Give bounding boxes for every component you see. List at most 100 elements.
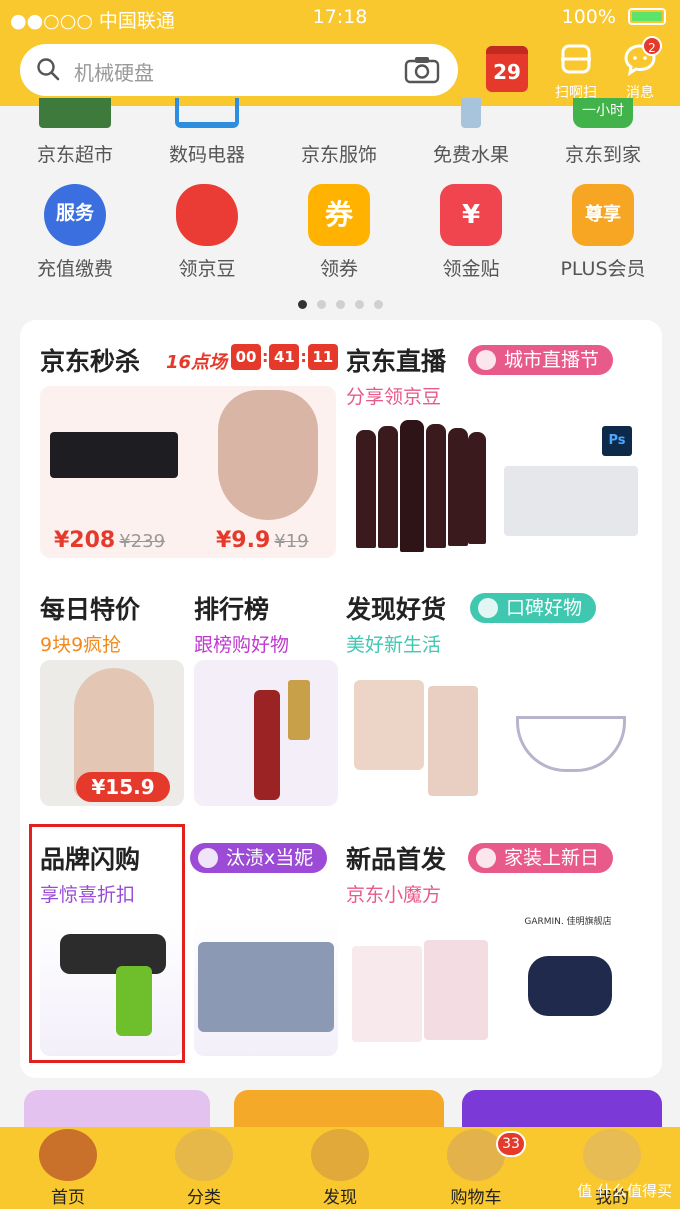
wine-image xyxy=(352,414,488,554)
category-icon xyxy=(175,1129,233,1181)
tab-label: 发现 xyxy=(323,1188,357,1208)
keyboard-cover-image xyxy=(504,466,638,536)
scan-button[interactable]: 扫啊扫 xyxy=(550,42,602,102)
seckill-price-2: ¥9.9 ¥19 xyxy=(216,528,309,553)
tab-label: 购物车 xyxy=(450,1188,502,1208)
watermark: 值 什么值得买 xyxy=(577,1182,672,1200)
grid-label: 京东服饰 xyxy=(300,144,377,166)
camera-icon[interactable] xyxy=(404,56,440,84)
search-icon xyxy=(37,58,60,81)
seckill-products[interactable]: ¥208 ¥239 ¥9.9 ¥19 xyxy=(40,386,336,558)
message-badge: 2 xyxy=(642,36,662,56)
garmin-label: GARMIN. 佳明旗舰店 xyxy=(524,917,612,927)
app-header: 机械硬盘 29 扫啊扫 消息 2 xyxy=(0,34,680,106)
surface-keyboard-image xyxy=(198,942,334,1032)
grid-item-fruit[interactable]: 免费水果 xyxy=(405,98,537,167)
goods-pill: 口碑好物 xyxy=(470,593,597,623)
cart-icon xyxy=(447,1129,505,1181)
search-placeholder: 机械硬盘 xyxy=(74,61,154,85)
daily-price: ¥15.9 xyxy=(76,772,170,802)
gift-icon xyxy=(476,848,496,868)
pajama-top-image xyxy=(354,680,424,770)
mask-pack-1 xyxy=(352,946,422,1042)
battery-percent: 100% xyxy=(561,6,616,28)
scan-icon xyxy=(561,44,591,74)
new-title: 新品首发 xyxy=(346,845,447,874)
new-subtitle: 京东小魔方 xyxy=(346,884,442,906)
grid-label: 领券 xyxy=(319,258,358,280)
tab-discover[interactable]: 发现 xyxy=(272,1127,408,1208)
grid-label: 京东到家 xyxy=(564,144,641,166)
rank-subtitle: 跟榜购好物 xyxy=(194,634,290,656)
page-indicator[interactable] xyxy=(0,294,680,313)
calendar-icon[interactable]: 29 xyxy=(486,46,528,92)
seckill-title: 京东秒杀 xyxy=(40,347,141,376)
message-button[interactable]: 消息 2 xyxy=(614,36,666,102)
tab-home[interactable]: 首页 xyxy=(0,1127,136,1208)
coupon-icon: 券 xyxy=(308,184,370,246)
bean-icon xyxy=(176,184,238,246)
fruit-icon xyxy=(461,98,481,128)
calendar-day: 29 xyxy=(493,60,521,84)
red-envelope-icon: ¥ xyxy=(440,184,502,246)
tab-category[interactable]: 分类 xyxy=(136,1127,272,1208)
mask-pack-2 xyxy=(424,940,488,1040)
daily-subtitle: 9块9疯抢 xyxy=(40,634,122,656)
highlight-box xyxy=(29,824,185,1063)
grid-item-digital[interactable]: 数码电器 xyxy=(141,98,273,167)
live-title: 京东直播 xyxy=(346,347,447,376)
cable-image xyxy=(254,690,280,800)
tab-cart[interactable]: 购物车 33 xyxy=(408,1127,544,1208)
brand-pill: 汰渍x当妮 xyxy=(190,843,328,873)
new-pill: 家装上新日 xyxy=(468,843,614,873)
grid-label: 免费水果 xyxy=(432,144,509,166)
timer-hours: 00 xyxy=(231,344,261,370)
brand-product-keyboard[interactable] xyxy=(194,916,338,1056)
smart-band-image xyxy=(528,956,612,1016)
grid-item-fashion[interactable]: 京东服饰 xyxy=(273,98,405,167)
rank-title: 排行榜 xyxy=(194,595,270,624)
service-icon: 服务 xyxy=(44,184,106,246)
grid-item-coupon[interactable]: 券 领券 xyxy=(273,184,405,281)
goods-subtitle: 美好新生活 xyxy=(346,634,442,656)
daily-title: 每日特价 xyxy=(40,595,141,624)
timer-seconds: 11 xyxy=(307,344,338,370)
daily-product[interactable]: ¥15.9 xyxy=(40,660,184,806)
live-products[interactable]: Ps xyxy=(348,410,648,560)
promo-banner-3[interactable] xyxy=(462,1090,662,1130)
grid-item-jingdou[interactable]: 领京豆 xyxy=(141,184,273,281)
tab-label: 首页 xyxy=(51,1188,85,1208)
goods-products[interactable] xyxy=(348,666,648,806)
grid-item-recharge[interactable]: 服务 充值缴费 xyxy=(9,184,141,281)
goods-title: 发现好货 xyxy=(346,595,447,624)
pajama-pants-image xyxy=(428,686,478,796)
grid-item-plus[interactable]: 尊享 PLUS会员 xyxy=(537,184,669,281)
photoshop-icon: Ps xyxy=(602,426,632,456)
monitor-icon xyxy=(175,98,239,128)
new-products[interactable]: GARMIN. 佳明旗舰店 xyxy=(348,916,648,1056)
live-subtitle: 分享领京豆 xyxy=(346,386,442,408)
search-bar[interactable]: 机械硬盘 xyxy=(20,44,458,96)
crown-icon: 尊享 xyxy=(572,184,634,246)
grid-label: 京东超市 xyxy=(36,144,113,166)
grid-item-daojia[interactable]: 一小时 京东到家 xyxy=(537,98,669,167)
promo-banner-1[interactable] xyxy=(24,1090,210,1130)
battery-icon xyxy=(628,8,666,25)
grid-label: PLUS会员 xyxy=(560,258,646,280)
bolt-icon xyxy=(198,848,218,868)
keyboard-image xyxy=(50,432,178,478)
live-icon xyxy=(476,350,496,370)
status-bar: ●●○○○ 中国联通 17:18 100% xyxy=(0,0,680,34)
seckill-price-1: ¥208 ¥239 xyxy=(54,528,166,553)
supermarket-icon xyxy=(39,98,111,128)
grid-item-jintie[interactable]: ¥ 领金贴 xyxy=(405,184,537,281)
underwear-image xyxy=(218,390,318,520)
promo-banner-2[interactable] xyxy=(234,1090,444,1130)
usb-connector xyxy=(288,680,310,740)
grid-label: 领京豆 xyxy=(178,258,236,280)
cart-badge: 33 xyxy=(496,1131,526,1157)
profile-icon xyxy=(583,1129,641,1181)
rank-product[interactable] xyxy=(194,660,338,806)
seckill-session: 16点场 xyxy=(166,352,228,373)
grid-item-supermarket[interactable]: 京东超市 xyxy=(9,98,141,167)
